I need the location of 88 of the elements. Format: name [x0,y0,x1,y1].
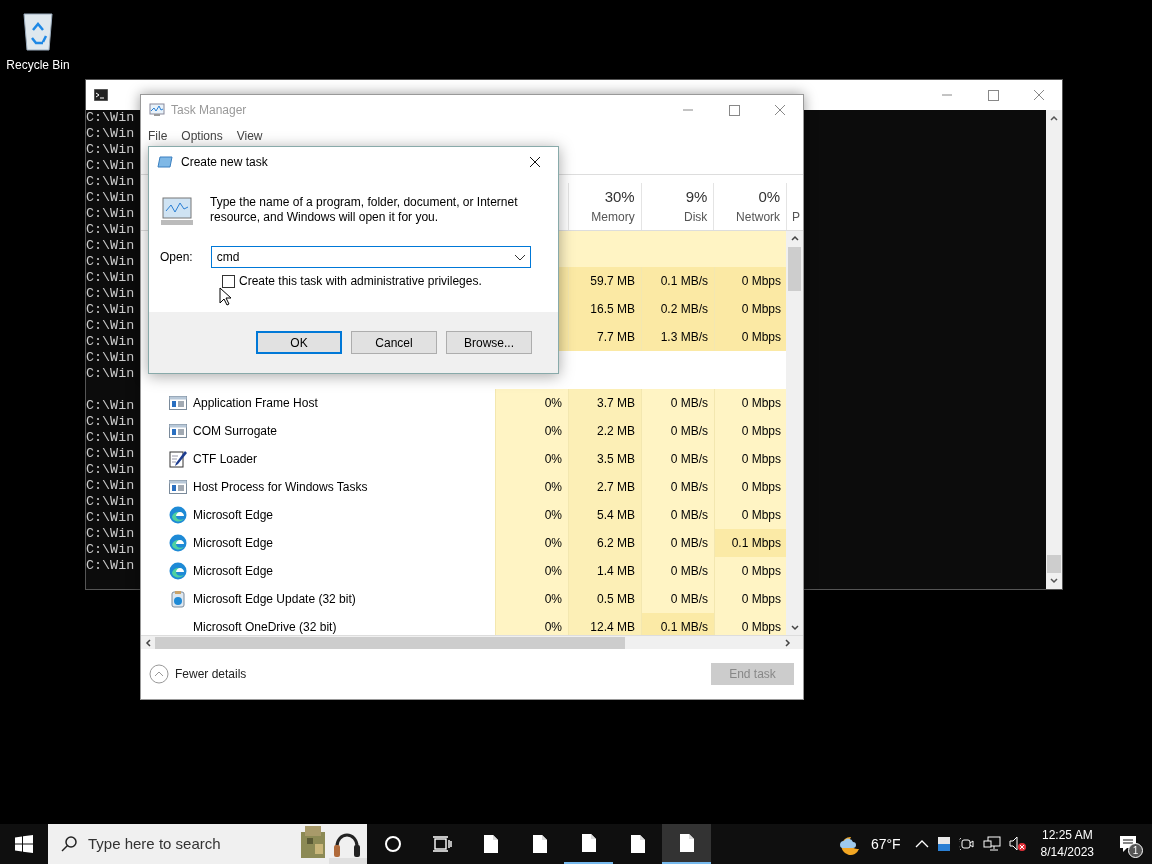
table-cell: 0.5 MB [568,585,641,613]
console-line: C:\Win [86,478,135,494]
console-line: C:\Win [86,430,135,446]
console-line: C:\Win [86,142,135,158]
console-line: C:\Win [86,190,135,206]
table-cell: 0 MB/s [641,529,714,557]
table-cell: 2.2 MB [568,417,641,445]
table-cell: 0.2 MB/s [641,295,714,323]
process-name: Microsoft Edge [193,507,274,524]
table-cell: 0 MB/s [641,501,714,529]
table-cell: 0 Mbps [714,323,786,351]
table-cell: 0 MB/s [641,445,714,473]
table-cell: 3.5 MB [568,445,641,473]
table-cell: 0.1 MB/s [641,267,714,295]
table-cell: 0 MB/s [641,585,714,613]
console-line: C:\Win [86,206,135,222]
table-cell: 1.3 MB/s [641,323,714,351]
console-line: C:\Win [86,462,135,478]
table-cell: 0% [495,473,568,501]
process-name: Microsoft OneDrive (32 bit) [193,619,337,635]
table-cell: 16.5 MB [568,295,641,323]
console-line: C:\Win [86,366,135,382]
table-cell: 0 Mbps [714,557,786,585]
field-label: Open: [160,249,193,266]
table-cell: 0% [495,389,568,417]
table-cell: 0 MB/s [641,389,714,417]
window-title: Task Manager [171,102,247,119]
process-name: CTF Loader [193,451,258,468]
console-line: C:\Win [86,446,135,462]
table-cell: 0 Mbps [714,417,786,445]
table-cell: 0% [495,529,568,557]
console-line: C:\Win [86,126,135,142]
console-line: C:\Win [86,526,135,542]
console-line: C:\Win [86,318,135,334]
table-cell: 12.4 MB [568,613,641,635]
table-cell: 0% [495,501,568,529]
table-cell: 0 Mbps [714,295,786,323]
console-line: C:\Win [86,494,135,510]
console-line: C:\Win [86,350,135,366]
table-cell: 0% [495,445,568,473]
process-name: Microsoft Edge [193,535,274,552]
table-cell: 0 Mbps [714,445,786,473]
process-name: COM Surrogate [193,423,278,440]
table-cell: 0% [495,585,568,613]
console-line: C:\Win [86,398,135,414]
process-name: Host Process for Windows Tasks [193,479,368,496]
console-line: C:\Win [86,510,135,526]
notification-badge: 1 [1128,843,1143,858]
dialog-message: Type the name of a program, folder, document, or Internet resource, and Windows will open it for you. [210,195,519,225]
process-name: Microsoft Edge [193,563,274,580]
console-line: C:\Win [86,254,135,270]
console-line: C:\Win [86,158,135,174]
process-name: Application Frame Host [193,395,318,412]
console-line: C:\Win [86,222,135,238]
console-line: C:\Win [86,302,135,318]
table-cell: 59.7 MB [568,267,641,295]
console-line: C:\Win [86,110,135,126]
icon-label: Recycle Bin [6,57,70,74]
table-cell: 0 Mbps [714,613,786,635]
table-cell: 0 MB/s [641,417,714,445]
process-name: Microsoft Edge Update (32 bit) [193,591,356,608]
table-cell: 0% [495,613,568,635]
console-line: C:\Win [86,558,135,574]
console-line: C:\Win [86,238,135,254]
table-cell: 0 MB/s [641,473,714,501]
table-cell: 0 Mbps [714,267,786,295]
table-cell: 0.1 MB/s [641,613,714,635]
table-cell: 3.7 MB [568,389,641,417]
dialog-title: Create new task [181,154,268,171]
table-cell: 2.7 MB [568,473,641,501]
table-cell: 0 MB/s [641,557,714,585]
table-cell: 0 Mbps [714,585,786,613]
table-cell: 1.4 MB [568,557,641,585]
table-cell: 7.7 MB [568,323,641,351]
console-line: C:\Win [86,174,135,190]
table-cell: 5.4 MB [568,501,641,529]
console-line: C:\Win [86,414,135,430]
console-line: C:\Win [86,270,135,286]
table-cell: 0 Mbps [714,389,786,417]
table-cell: 0 Mbps [714,473,786,501]
console-line: C:\Win [86,542,135,558]
console-line: C:\Win [86,286,135,302]
console-line: C:\Win [86,334,135,350]
table-cell: 6.2 MB [568,529,641,557]
table-cell: 0% [495,557,568,585]
table-cell: 0% [495,417,568,445]
table-cell: 0 Mbps [714,501,786,529]
table-cell: 0.1 Mbps [714,529,786,557]
